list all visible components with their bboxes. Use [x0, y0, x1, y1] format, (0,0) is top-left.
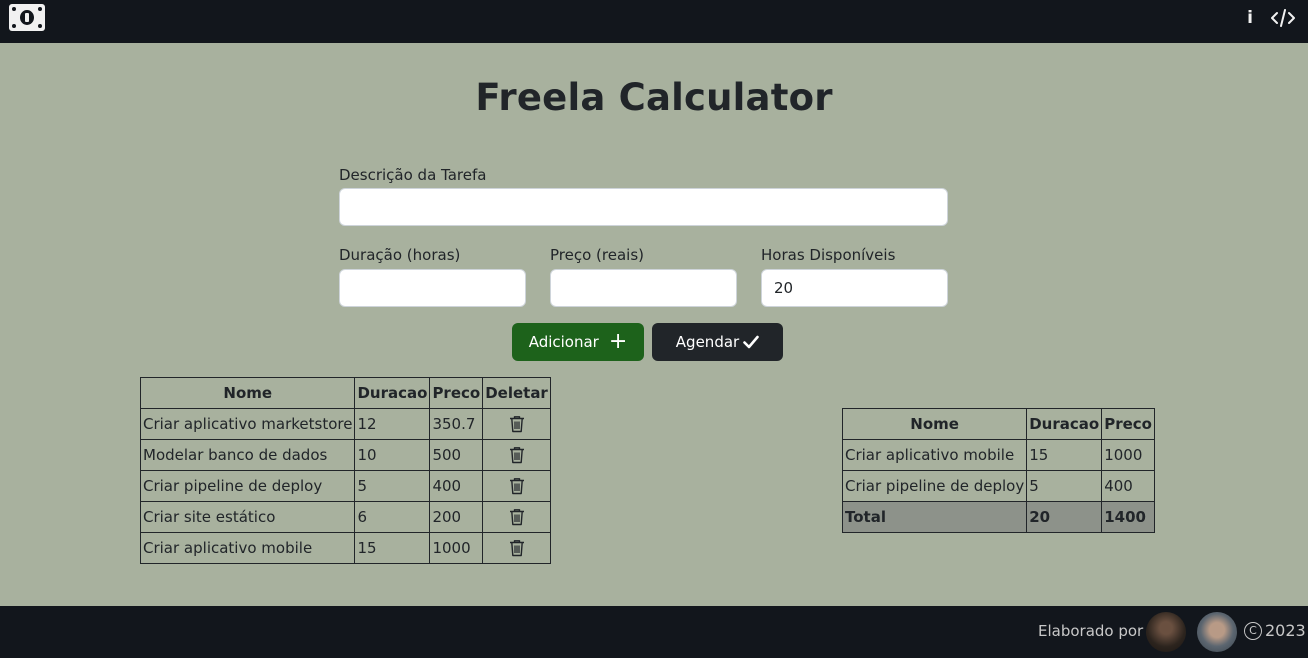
column-header-duracao: Duracao — [1026, 408, 1103, 440]
task-duracao: 6 — [354, 501, 431, 533]
description-input[interactable] — [339, 188, 948, 226]
trash-icon[interactable] — [509, 415, 525, 433]
task-name: Criar aplicativo mobile — [139, 532, 356, 564]
scheduled-preco: 1000 — [1101, 439, 1155, 471]
available-hours-input[interactable] — [761, 269, 948, 307]
delete-cell — [482, 439, 551, 471]
trash-icon[interactable] — [509, 539, 525, 557]
schedule-table: Nome Duracao Preco Criar aplicativo mobi… — [841, 408, 1155, 533]
task-duracao: 10 — [354, 439, 431, 471]
task-preco: 1000 — [429, 532, 484, 564]
footer: Elaborado por C 2023 — [0, 606, 1308, 658]
author-avatar-1[interactable] — [1146, 612, 1186, 652]
trash-icon[interactable] — [509, 446, 525, 464]
column-header-nome: Nome — [139, 377, 356, 409]
task-preco: 200 — [429, 501, 484, 533]
table-row: Criar site estático 6 200 — [139, 501, 551, 533]
schedule-table-header: Nome Duracao Preco — [841, 408, 1155, 440]
table-row: Criar aplicativo marketstore 12 350.7 — [139, 408, 551, 440]
task-name: Criar aplicativo marketstore — [139, 408, 356, 440]
info-icon[interactable]: i — [1243, 8, 1257, 28]
column-header-nome: Nome — [841, 408, 1028, 440]
available-hours-label: Horas Disponíveis — [761, 246, 896, 264]
scheduled-preco: 400 — [1101, 470, 1155, 502]
total-duracao: 20 — [1026, 501, 1103, 533]
delete-cell — [482, 408, 551, 440]
scheduled-name: Criar aplicativo mobile — [841, 439, 1028, 471]
add-task-button[interactable]: Adicionar + — [512, 323, 644, 361]
task-duracao: 5 — [354, 470, 431, 502]
check-icon — [743, 335, 760, 349]
task-name: Criar site estático — [139, 501, 356, 533]
task-preco: 350.7 — [429, 408, 484, 440]
schedule-button[interactable]: Agendar — [652, 323, 783, 361]
total-preco: 1400 — [1101, 501, 1155, 533]
copyright-year: 2023 — [1265, 621, 1306, 640]
plus-icon: + — [608, 329, 628, 354]
task-name: Criar pipeline de deploy — [139, 470, 356, 502]
table-row: Criar pipeline de deploy 5 400 — [841, 470, 1155, 502]
price-label: Preço (reais) — [550, 246, 644, 264]
delete-cell — [482, 532, 551, 564]
column-header-deletar: Deletar — [482, 377, 551, 409]
table-row: Criar aplicativo mobile 15 1000 — [139, 532, 551, 564]
task-name: Modelar banco de dados — [139, 439, 356, 471]
author-avatar-2[interactable] — [1197, 612, 1237, 652]
duration-input[interactable] — [339, 269, 526, 307]
credits-label: Elaborado por — [1038, 622, 1144, 640]
scheduled-duracao: 15 — [1026, 439, 1103, 471]
column-header-preco: Preco — [1101, 408, 1155, 440]
task-duracao: 12 — [354, 408, 431, 440]
trash-icon[interactable] — [509, 477, 525, 495]
duration-label: Duração (horas) — [339, 246, 461, 264]
tasks-table: Nome Duracao Preco Deletar Criar aplicat… — [139, 377, 551, 564]
scheduled-name: Criar pipeline de deploy — [841, 470, 1028, 502]
task-preco: 500 — [429, 439, 484, 471]
tasks-table-header: Nome Duracao Preco Deletar — [139, 377, 551, 409]
schedule-button-label: Agendar — [675, 333, 740, 351]
copyright: C 2023 — [1244, 621, 1306, 640]
description-label: Descrição da Tarefa — [339, 166, 487, 184]
copyright-icon: C — [1244, 621, 1262, 640]
column-header-preco: Preco — [429, 377, 484, 409]
money-bill-icon[interactable] — [9, 4, 45, 31]
column-header-duracao: Duracao — [354, 377, 431, 409]
add-button-label: Adicionar — [528, 333, 599, 351]
total-label: Total — [841, 501, 1028, 533]
delete-cell — [482, 501, 551, 533]
scheduled-duracao: 5 — [1026, 470, 1103, 502]
trash-icon[interactable] — [509, 508, 525, 526]
code-icon[interactable] — [1271, 9, 1295, 27]
task-preco: 400 — [429, 470, 484, 502]
price-input[interactable] — [550, 269, 737, 307]
task-duracao: 15 — [354, 532, 431, 564]
table-row: Criar pipeline de deploy 5 400 — [139, 470, 551, 502]
page-title: Freela Calculator — [475, 76, 833, 119]
table-row: Modelar banco de dados 10 500 — [139, 439, 551, 471]
top-navbar: i — [0, 0, 1308, 43]
total-row: Total 20 1400 — [841, 501, 1155, 533]
table-row: Criar aplicativo mobile 15 1000 — [841, 439, 1155, 471]
delete-cell — [482, 470, 551, 502]
